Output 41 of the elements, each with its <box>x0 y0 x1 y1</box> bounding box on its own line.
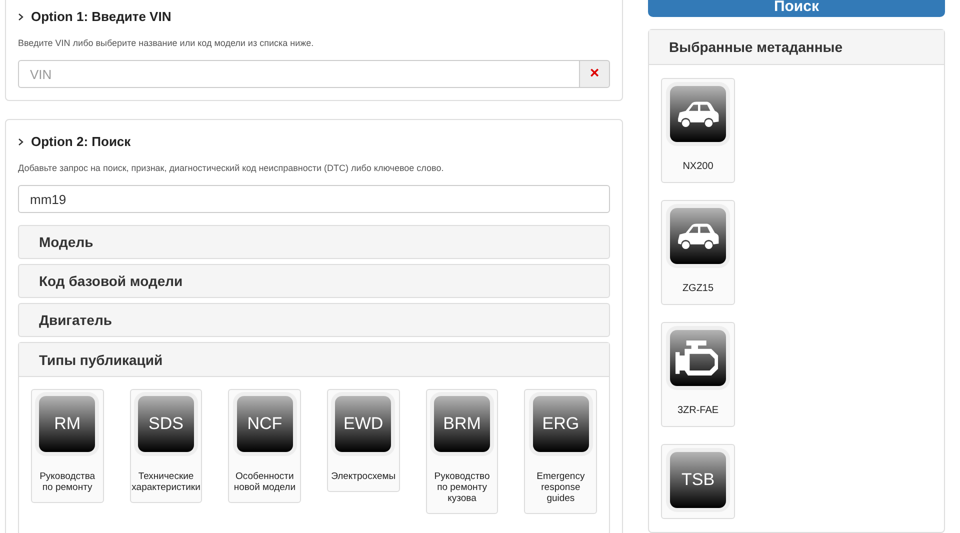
metadata-label: NX200 <box>682 161 714 172</box>
publication-type-tile[interactable]: EWD Электросхемы <box>327 389 400 492</box>
metadata-icon: TSB <box>670 452 726 508</box>
chevron-icon <box>18 12 24 20</box>
publication-icon: SDS <box>138 396 194 452</box>
section-title[interactable]: Option 1: Введите VIN <box>31 9 172 24</box>
vin-field[interactable]: VIN <box>18 60 579 88</box>
metadata-tile[interactable]: NX200 <box>661 78 735 183</box>
publication-label: Руководства по ремонту <box>38 472 96 494</box>
search-button[interactable]: Поиск <box>648 0 945 17</box>
search-field[interactable]: mm19 <box>18 185 610 213</box>
publication-label: Технические характеристики <box>132 472 200 494</box>
publication-label: Emergency response guides <box>536 472 586 505</box>
publication-label: Электросхемы <box>330 472 396 483</box>
publication-type-tile[interactable]: BRM Руководство по ремонту кузова <box>426 389 498 514</box>
publication-label: Особенности новой модели <box>232 472 296 494</box>
section-title[interactable]: Option 2: Поиск <box>31 134 131 149</box>
publication-icon: BRM <box>434 396 490 452</box>
publication-type-tile[interactable]: NCF Особенности новой модели <box>228 389 302 503</box>
publication-icon: ERG <box>532 396 589 452</box>
clear-button[interactable]: × <box>579 60 610 88</box>
filter-header[interactable]: Двигатель <box>18 303 610 337</box>
metadata-label: 3ZR-FAE <box>677 405 719 416</box>
metadata-label: ZGZ15 <box>682 283 714 294</box>
vin-description: Введите VIN либо выберите название или код модели из списка ниже. <box>18 38 315 48</box>
metadata-tile[interactable]: 3ZR-FAE <box>661 322 735 427</box>
metadata-tile[interactable]: TSB <box>661 444 735 519</box>
metadata-tile[interactable]: ZGZ15 <box>661 200 735 305</box>
filter-header[interactable]: Код базовой модели <box>18 264 610 298</box>
publication-type-tile[interactable]: RM Руководства по ремонту <box>31 389 104 503</box>
filter-header[interactable]: Типы публикаций <box>19 343 609 377</box>
filter-header[interactable]: Модель <box>18 225 610 259</box>
publication-icon: EWD <box>335 396 392 452</box>
publication-label: Руководство по ремонту кузова <box>433 472 491 505</box>
publication-icon: NCF <box>236 396 293 452</box>
publication-type-tile[interactable]: ERG Emergency response guides <box>524 389 598 514</box>
chevron-icon <box>18 138 24 146</box>
publication-type-tile[interactable]: SDS Технические характеристики <box>130 389 202 503</box>
publication-icon: RM <box>39 396 96 452</box>
panel-title: Выбранные метаданные <box>649 30 944 65</box>
search-description: Добавьте запрос на поиск, признак, диагностический код неисправности (DTC) либо ключевое слово. <box>18 163 445 173</box>
